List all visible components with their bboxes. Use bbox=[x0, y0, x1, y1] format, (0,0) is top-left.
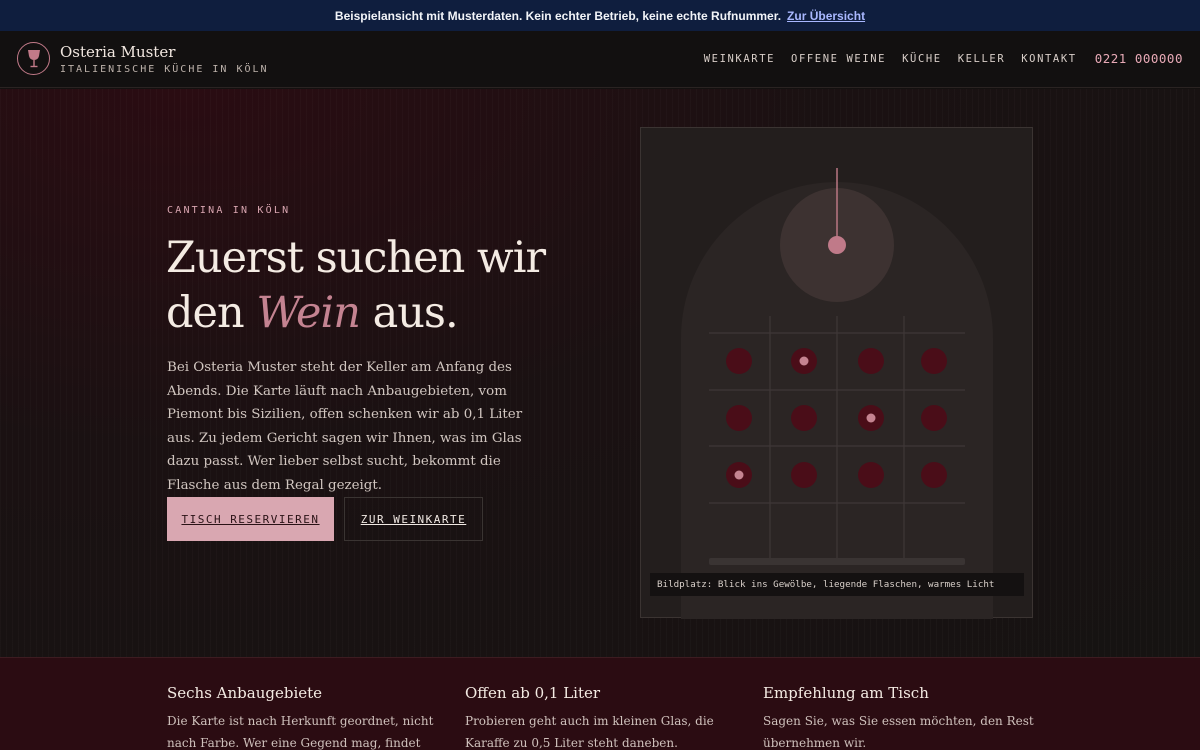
brand-name: Osteria Muster bbox=[60, 43, 176, 61]
demo-notice-text: Beispielansicht mit Musterdaten. Kein ec… bbox=[334, 8, 782, 23]
site-header: Osteria Muster ITALIENISCHE KÜCHE IN KÖL… bbox=[0, 31, 1200, 88]
hero-section: CANTINA IN KÖLN Zuerst suchen wir den We… bbox=[0, 89, 1200, 657]
headline-emphasis: Wein bbox=[256, 288, 361, 338]
nav-keller[interactable]: KELLER bbox=[958, 53, 1006, 65]
phone-link[interactable]: 0221 000000 bbox=[1095, 51, 1183, 66]
wine-glass-icon[interactable] bbox=[17, 42, 50, 75]
headline-post: aus. bbox=[359, 288, 459, 338]
hero-image-placeholder: Bildplatz: Blick ins Gewölbe, liegende F… bbox=[640, 127, 1033, 619]
headline-pre: den bbox=[166, 288, 257, 338]
feature-title: Empfehlung am Tisch bbox=[763, 684, 929, 702]
lamp-bulb bbox=[828, 236, 846, 254]
image-caption: Bildplatz: Blick ins Gewölbe, liegende F… bbox=[650, 573, 1024, 596]
hero-eyebrow: CANTINA IN KÖLN bbox=[167, 205, 291, 216]
brand[interactable]: Osteria Muster ITALIENISCHE KÜCHE IN KÖL… bbox=[60, 43, 269, 75]
hero-headline: Zuerst suchen wir den Wein aus. bbox=[166, 231, 546, 341]
features-section: Sechs Anbaugebiete Die Karte ist nach He… bbox=[0, 657, 1200, 750]
nav-kueche[interactable]: KÜCHE bbox=[902, 53, 942, 65]
feature-title: Offen ab 0,1 Liter bbox=[465, 684, 601, 702]
feature-text: Sagen Sie, was Sie essen möchten, den Re… bbox=[763, 714, 1034, 750]
rack-base bbox=[709, 558, 965, 565]
demo-notice-bar: Beispielansicht mit Musterdaten. Kein ec… bbox=[0, 0, 1200, 31]
nav-offene-weine[interactable]: OFFENE WEINE bbox=[791, 53, 886, 65]
overview-link[interactable]: Zur Übersicht bbox=[787, 9, 865, 23]
headline-line-1: Zuerst suchen wir bbox=[166, 233, 546, 283]
feature-recommendation: Empfehlung am Tisch Sagen Sie, was Sie e… bbox=[763, 684, 1043, 750]
feature-title: Sechs Anbaugebiete bbox=[167, 684, 323, 702]
wine-list-button[interactable]: ZUR WEINKARTE bbox=[344, 497, 483, 541]
nav-kontakt[interactable]: KONTAKT bbox=[1021, 53, 1076, 65]
hero-intro: Bei Osteria Muster steht der Keller am A… bbox=[167, 360, 523, 493]
nav-weinkarte[interactable]: WEINKARTE bbox=[704, 53, 775, 65]
main-nav: WEINKARTE OFFENE WEINE KÜCHE KELLER KONT… bbox=[704, 51, 1183, 66]
feature-text: Probieren geht auch im kleinen Glas, die… bbox=[465, 714, 714, 750]
feature-text: Die Karte ist nach Herkunft geordnet, ni… bbox=[167, 714, 434, 750]
reserve-table-button[interactable]: TISCH RESERVIEREN bbox=[167, 497, 334, 541]
cellar-illustration bbox=[681, 168, 993, 619]
feature-regions: Sechs Anbaugebiete Die Karte ist nach He… bbox=[167, 684, 447, 750]
brand-tagline: ITALIENISCHE KÜCHE IN KÖLN bbox=[60, 64, 269, 75]
feature-open-wines: Offen ab 0,1 Liter Probieren geht auch i… bbox=[465, 684, 745, 750]
